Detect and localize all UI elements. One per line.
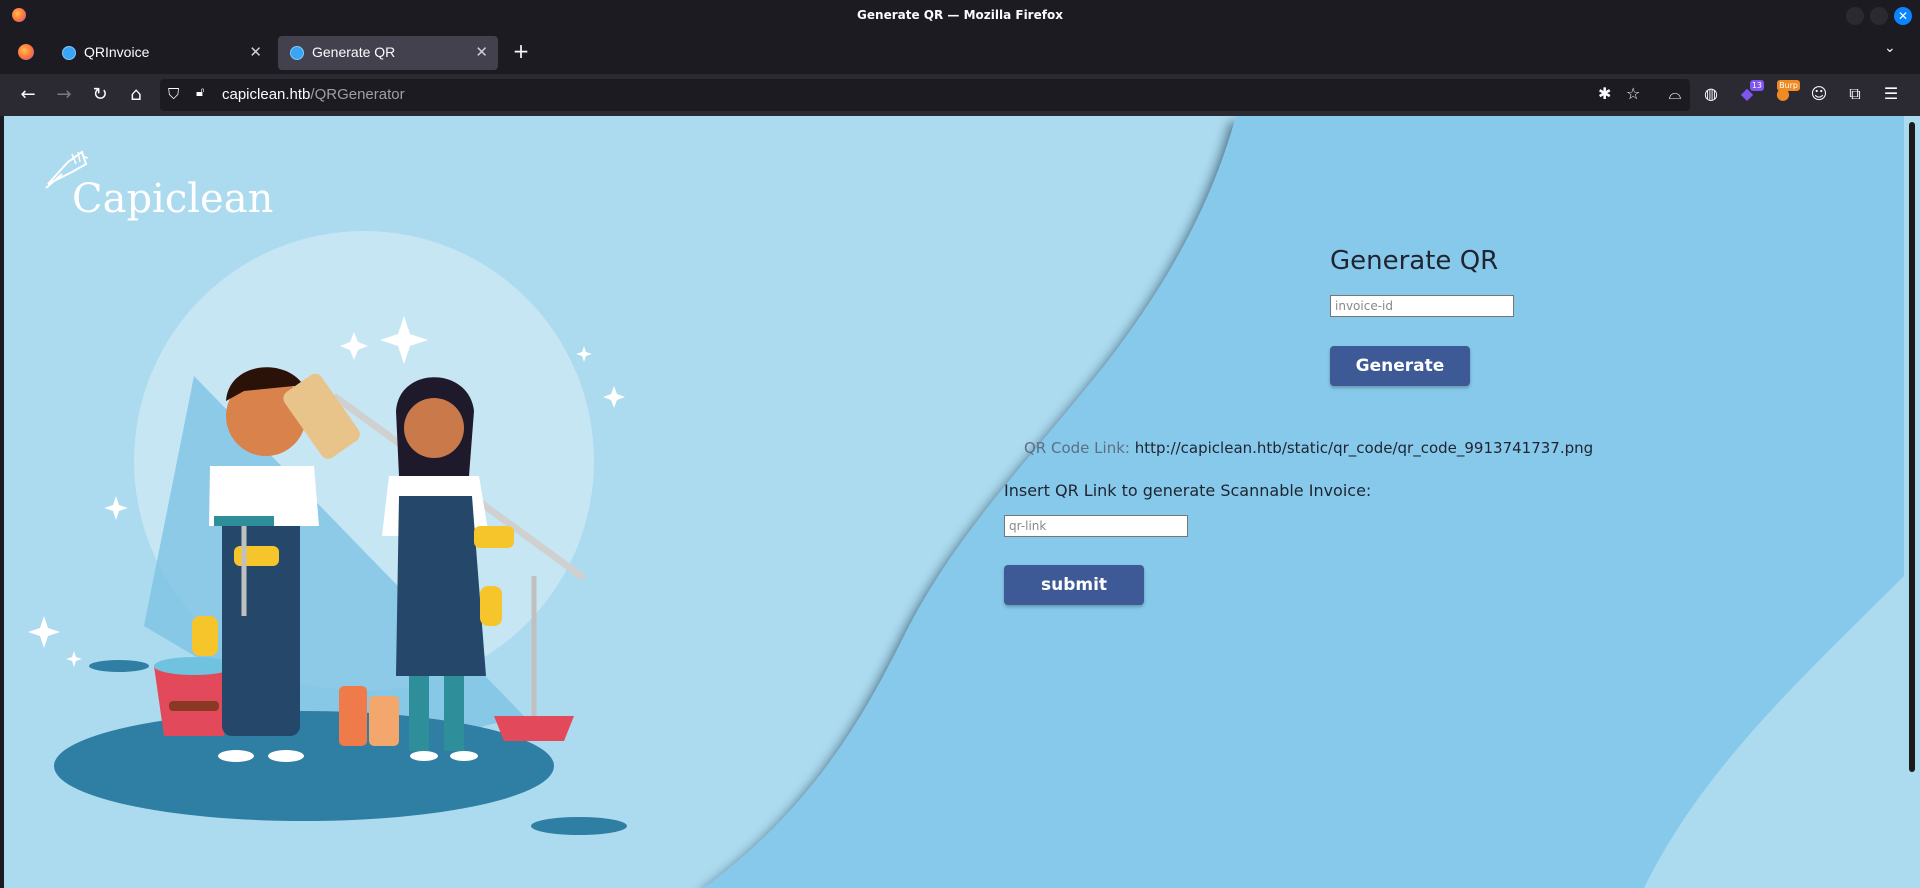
navigation-toolbar: ← → ↻ ⌂ ⛉ 🔓︎ capiclean.htb/QRGenerator ✱… bbox=[0, 74, 1920, 116]
generate-button[interactable]: Generate bbox=[1330, 346, 1470, 386]
window-title: Generate QR — Mozilla Firefox bbox=[857, 8, 1063, 22]
list-all-tabs-icon[interactable]: ⌄ bbox=[1884, 40, 1896, 56]
url-path: /QRGenerator bbox=[310, 86, 405, 103]
back-arrow-icon[interactable]: ← bbox=[16, 83, 40, 107]
maximize-button[interactable] bbox=[1870, 7, 1888, 25]
purple-extension-icon[interactable]: ◆ 13 bbox=[1736, 80, 1764, 105]
burp-extension-icon[interactable]: ● Burp bbox=[1772, 80, 1800, 105]
tab-close-icon[interactable]: ✕ bbox=[249, 43, 262, 61]
extension-page-icon[interactable]: ✱ bbox=[1598, 84, 1611, 103]
minimize-button[interactable] bbox=[1846, 7, 1864, 25]
cookie-extension-icon[interactable]: ◍ bbox=[1700, 83, 1722, 105]
tab-strip: QRInvoice ✕ Generate QR ✕ bbox=[0, 32, 1920, 74]
tracking-shield-icon[interactable]: ⛉ bbox=[168, 85, 179, 103]
invoice-id-input[interactable] bbox=[1330, 295, 1514, 317]
qr-code-link-value: http://capiclean.htb/static/qr_code/qr_c… bbox=[1134, 439, 1594, 457]
firefox-view-icon[interactable] bbox=[18, 44, 34, 60]
woman-apron bbox=[396, 496, 486, 676]
insert-qr-link-label: Insert QR Link to generate Scannable Inv… bbox=[1004, 481, 1372, 500]
burp-badge: Burp bbox=[1777, 80, 1800, 91]
reload-icon[interactable]: ↻ bbox=[88, 83, 112, 107]
insecure-lock-icon[interactable]: 🔓︎ bbox=[196, 85, 204, 100]
url-host: capiclean.htb bbox=[222, 86, 311, 103]
address-bar[interactable]: ⛉ 🔓︎ capiclean.htb/QRGenerator ✱ ☆ bbox=[160, 79, 1690, 111]
qr-code-link-label: QR Code Link: bbox=[1024, 439, 1130, 457]
puddle-left bbox=[89, 660, 149, 672]
tab-qrinvoice[interactable]: QRInvoice ✕ bbox=[50, 36, 272, 70]
close-window-button[interactable]: ✕ bbox=[1894, 7, 1912, 25]
globe-icon bbox=[62, 46, 76, 60]
extensions-puzzle-icon[interactable]: ⧉ bbox=[1844, 83, 1866, 105]
man-overalls bbox=[222, 496, 300, 736]
tab-label: QRInvoice bbox=[84, 44, 150, 60]
cleaners-illustration bbox=[28, 231, 627, 835]
puddle-right bbox=[531, 817, 627, 835]
page-title: Generate QR bbox=[1330, 246, 1499, 276]
extension-badge: 13 bbox=[1749, 80, 1764, 91]
tab-generate-qr[interactable]: Generate QR ✕ bbox=[278, 36, 498, 70]
hat-extension-icon[interactable]: ⌓ bbox=[1664, 83, 1686, 105]
globe-icon bbox=[290, 46, 304, 60]
window-titlebar: Generate QR — Mozilla Firefox ✕ bbox=[0, 0, 1920, 32]
floor-shadow bbox=[54, 711, 554, 821]
qr-code-link: QR Code Link: http://capiclean.htb/stati… bbox=[1024, 439, 1593, 457]
page-scrollbar[interactable] bbox=[1904, 116, 1920, 888]
bookmark-star-icon[interactable]: ☆ bbox=[1626, 84, 1640, 103]
scrollbar-thumb[interactable] bbox=[1909, 122, 1915, 772]
page-viewport: Capiclean Generate QR invoice-id Generat… bbox=[4, 116, 1904, 888]
tab-close-icon[interactable]: ✕ bbox=[475, 43, 488, 61]
tab-label: Generate QR bbox=[312, 44, 396, 60]
hamburger-menu-icon[interactable]: ☰ bbox=[1880, 83, 1902, 105]
forward-arrow-icon[interactable]: → bbox=[52, 83, 76, 107]
account-icon[interactable]: ☺ bbox=[1808, 83, 1830, 105]
url-text[interactable]: capiclean.htb/QRGenerator bbox=[222, 86, 405, 103]
submit-button[interactable]: submit bbox=[1004, 565, 1144, 605]
home-icon[interactable]: ⌂ bbox=[124, 83, 148, 107]
new-tab-button[interactable]: + bbox=[510, 36, 532, 66]
qr-link-input[interactable] bbox=[1004, 515, 1188, 537]
